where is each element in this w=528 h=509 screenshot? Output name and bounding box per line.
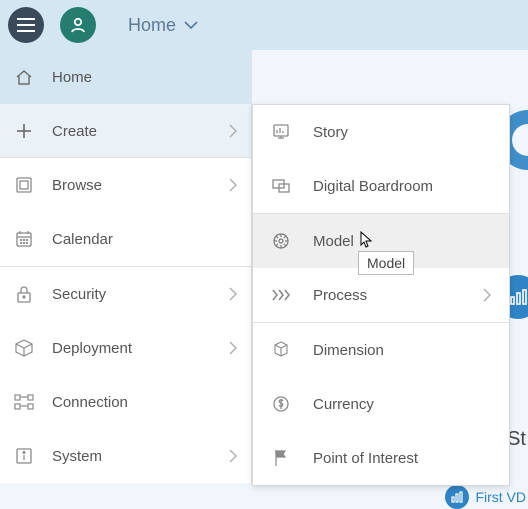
sidebar-item-calendar[interactable]: Calendar [0,212,251,266]
mouse-cursor-icon [358,231,376,251]
submenu-item-label: Point of Interest [313,450,418,467]
box-icon [14,339,34,357]
sidebar-item-label: Connection [52,394,128,411]
currency-icon [271,395,291,413]
sidebar-item-label: System [52,448,102,465]
user-icon [69,16,87,34]
home-icon [14,68,34,86]
sidebar-item-security[interactable]: Security [0,267,251,321]
submenu-item-process[interactable]: Process [253,268,509,322]
connection-icon [14,394,34,410]
submenu-item-label: Dimension [313,342,384,359]
sidebar-item-label: Browse [52,177,102,194]
topbar: Home [0,0,528,50]
story-icon [271,123,291,141]
submenu-item-currency[interactable]: Currency [253,377,509,431]
sidebar-item-label: Home [52,69,92,86]
model-icon [271,232,291,250]
submenu-item-label: Story [313,124,348,141]
chevron-down-icon [184,21,198,29]
sidebar-item-browse[interactable]: Browse [0,158,251,212]
recent-item-link[interactable]: First VD [445,485,526,509]
chevron-right-icon [229,341,237,355]
sidebar-item-label: Calendar [52,231,113,248]
browse-icon [14,176,34,194]
sidebar-item-create[interactable]: Create [0,104,251,158]
user-button[interactable] [60,7,96,43]
submenu-item-dimension[interactable]: Dimension [253,323,509,377]
tooltip: Model [358,251,414,275]
chevron-right-icon [229,287,237,301]
tooltip-text: Model [367,255,405,271]
sidebar-item-deployment[interactable]: Deployment [0,321,251,375]
sidebar-item-label: Security [52,286,106,303]
submenu-item-label: Digital Boardroom [313,178,433,195]
info-icon [14,447,34,465]
chevron-right-icon [229,449,237,463]
submenu-item-digital-boardroom[interactable]: Digital Boardroom [253,159,509,213]
recent-item-label: First VD [475,489,526,505]
calendar-icon [14,230,34,248]
submenu-item-label: Process [313,287,367,304]
lock-icon [14,285,34,303]
submenu-item-label: Model [313,233,354,250]
sidebar-item-label: Deployment [52,340,132,357]
chevron-right-icon [483,288,491,302]
flag-icon [271,449,291,467]
sidebar-item-system[interactable]: System [0,429,251,483]
breadcrumb-label: Home [128,15,176,36]
breadcrumb[interactable]: Home [128,15,198,36]
plus-icon [14,123,34,139]
dimension-icon [271,341,291,359]
submenu-item-story[interactable]: Story [253,105,509,159]
chart-icon [445,485,469,509]
submenu-item-point-of-interest[interactable]: Point of Interest [253,431,509,485]
sidebar-item-connection[interactable]: Connection [0,375,251,429]
submenu-item-label: Currency [313,396,374,413]
chevron-right-icon [229,124,237,138]
chart-icon [509,288,527,306]
main-menu-button[interactable] [8,7,44,43]
chevron-right-icon [229,178,237,192]
hamburger-icon [17,18,35,32]
create-submenu: Story Digital Boardroom Model Process Di… [252,104,510,486]
boardroom-icon [271,177,291,195]
process-icon [271,288,291,302]
sidebar-item-label: Create [52,123,97,140]
sidebar-item-home[interactable]: Home [0,50,251,104]
sidebar-menu: Home Create Browse Calendar Security [0,50,252,483]
